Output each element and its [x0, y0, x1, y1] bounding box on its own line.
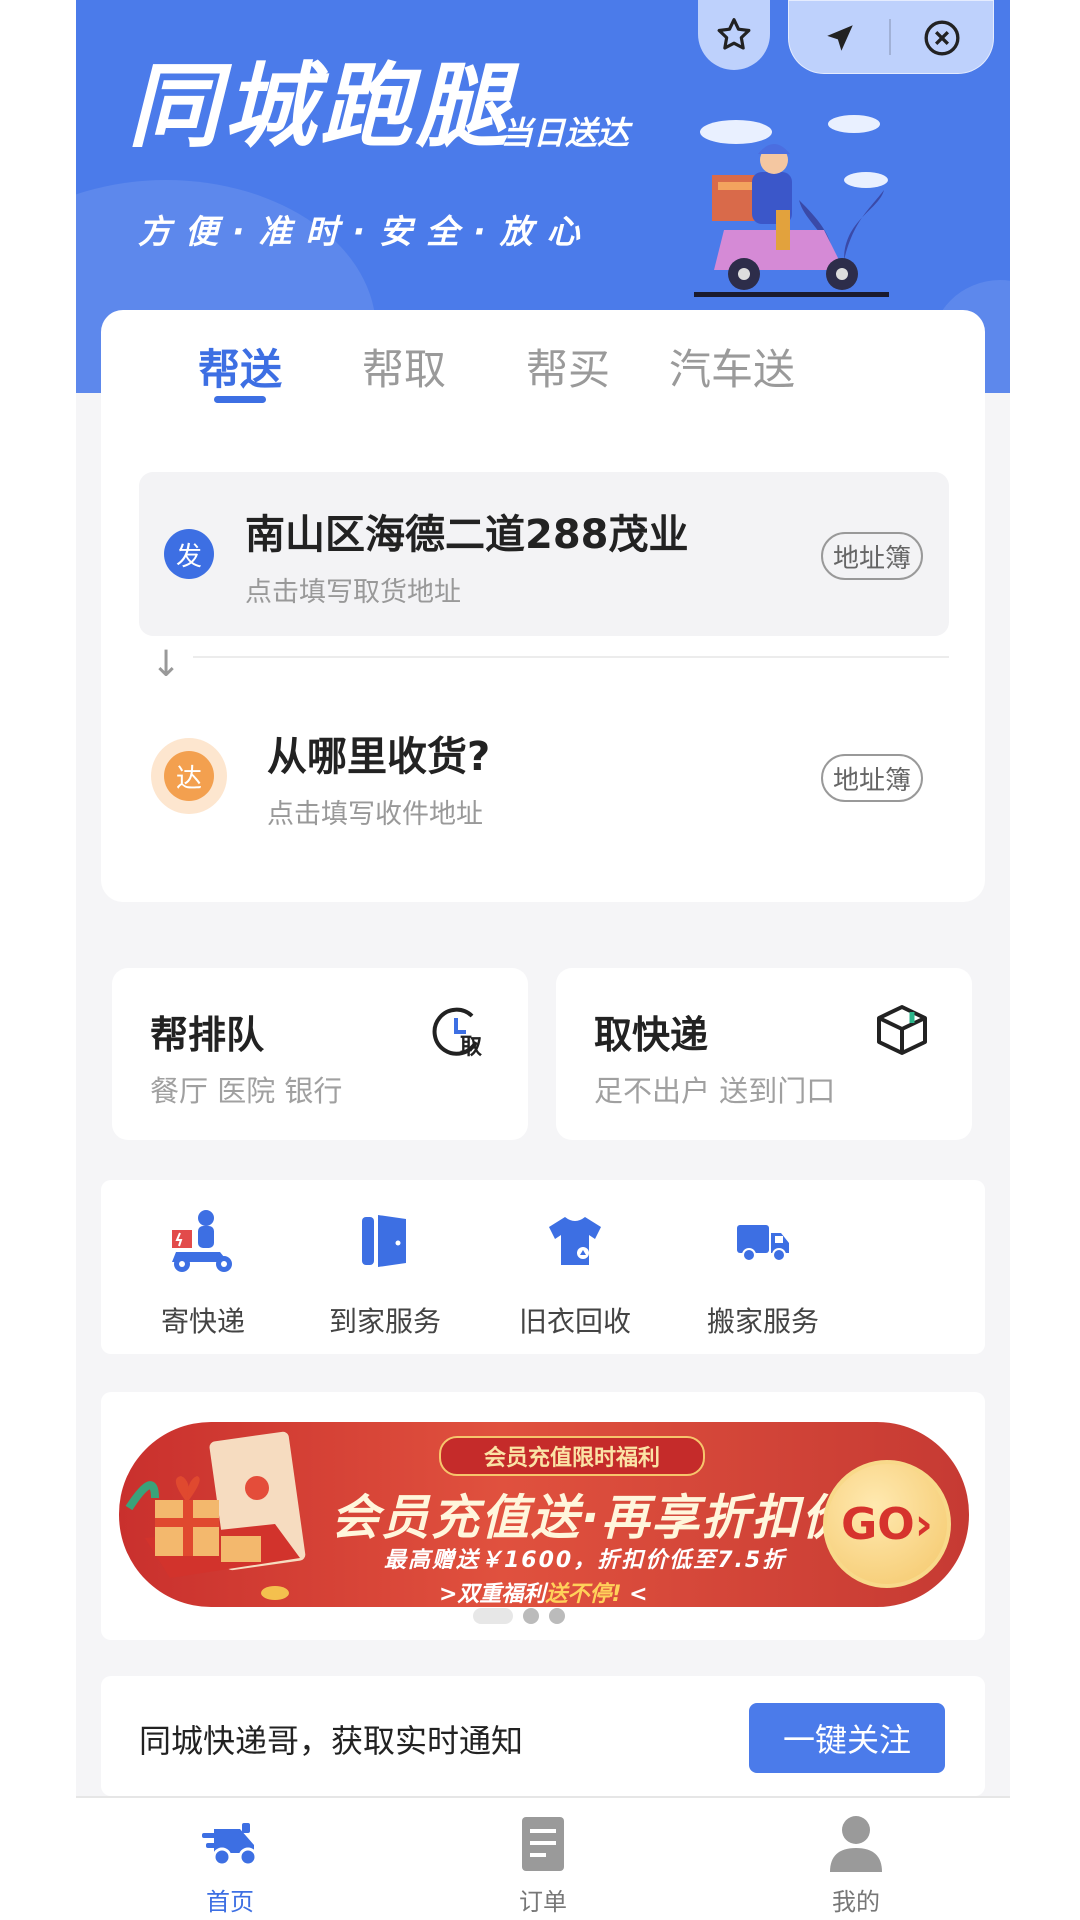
delivery-rider-illustration	[694, 115, 889, 297]
home-scooter-icon	[202, 1823, 258, 1867]
card-title: 帮排队	[150, 1013, 265, 1057]
star-icon	[717, 18, 751, 50]
follow-button[interactable]: 一键关注	[749, 1703, 945, 1773]
promo-detail: 最高赠送￥1600，折扣价低至7.5折	[384, 1548, 787, 1573]
active-tab-indicator	[214, 396, 266, 403]
gift-box-illustration	[125, 1431, 306, 1600]
dropoff-address-row[interactable]: 达 从哪里收货? 点击填写收件地址 地址簿	[139, 694, 949, 858]
carousel-indicator	[101, 1608, 985, 1628]
service-label: 到家服务	[328, 1305, 441, 1338]
member-recharge-banner[interactable]: 会员充值限时福利 会员充值送·再享折扣价 最高赠送￥1600，折扣价低至7.5折…	[119, 1422, 969, 1607]
moving-service[interactable]: 搬家服务	[663, 1208, 863, 1340]
hero-title: 同城跑腿	[128, 53, 513, 160]
dropoff-address: 从哪里收货?	[267, 734, 491, 780]
promo-carousel: 会员充值限时福利 会员充值送·再享折扣价 最高赠送￥1600，折扣价低至7.5折…	[101, 1392, 985, 1640]
pickup-address-book-button[interactable]: 地址簿	[820, 532, 923, 580]
card-title: 取快递	[594, 1013, 709, 1057]
service-label: 搬家服务	[706, 1305, 819, 1338]
carousel-dot[interactable]	[523, 1608, 539, 1624]
nav-label: 我的	[832, 1888, 880, 1916]
order-doc-icon	[522, 1817, 564, 1871]
service-label: 寄快递	[160, 1305, 245, 1338]
nav-profile[interactable]: 我的	[756, 1812, 956, 1917]
order-card: 帮送 帮取 帮买 汽车送 发 南山区海德二道288茂业 点击填写取货地址 地址簿…	[101, 310, 985, 902]
app-screen: 同城跑腿 当日送达 方便·准时·安全·放心 帮送 帮取 帮买 汽车送 发 南山区…	[76, 0, 1010, 1920]
follow-text: 同城快递哥，获取实时通知	[139, 1722, 524, 1760]
card-subtitle: 足不出户 送到门口	[594, 1074, 836, 1108]
go-button[interactable]: GO›	[823, 1460, 951, 1588]
service-grid: 寄快递 到家服务 旧衣回收 搬家服务	[101, 1180, 985, 1354]
nav-label: 首页	[206, 1888, 254, 1916]
promo-headline: 会员充值送·再享折扣价	[331, 1490, 852, 1546]
receive-badge: 达	[164, 751, 214, 801]
courier-scooter-icon	[172, 1210, 232, 1272]
truck-icon	[737, 1225, 789, 1262]
hero-tagline: 当日送达	[501, 114, 630, 152]
express-pickup-card[interactable]: 取快递 足不出户 送到门口	[556, 968, 972, 1140]
queue-service-card[interactable]: 帮排队 餐厅 医院 银行 取	[112, 968, 528, 1140]
clothes-recycle-service[interactable]: 旧衣回收	[475, 1208, 675, 1340]
favorite-button[interactable]	[698, 0, 770, 70]
profile-person-icon	[830, 1816, 882, 1872]
divider	[193, 656, 949, 658]
miniapp-capsule	[788, 0, 994, 74]
location-button[interactable]	[813, 11, 867, 65]
service-tabs: 帮送 帮取 帮买 汽车送	[101, 310, 985, 405]
home-service[interactable]: 到家服务	[285, 1208, 485, 1340]
nav-home[interactable]: 首页	[130, 1812, 330, 1917]
dropoff-address-book-button[interactable]: 地址簿	[820, 754, 923, 802]
door-icon	[362, 1215, 406, 1267]
capsule-divider	[889, 19, 891, 55]
queue-clock-icon: 取	[432, 1007, 482, 1058]
promo-tagline: >双重福利送不停! <	[439, 1582, 648, 1607]
promo-tag: 会员充值限时福利	[439, 1436, 705, 1476]
package-box-icon	[877, 1005, 927, 1055]
nav-label: 订单	[519, 1888, 567, 1916]
svg-text:取: 取	[460, 1035, 482, 1058]
tab-car-send[interactable]: 汽车送	[632, 336, 832, 397]
location-arrow-icon	[827, 25, 853, 51]
pickup-address: 南山区海德二道288茂业	[245, 512, 689, 558]
hero-slogan: 方便·准时·安全·放心	[138, 212, 594, 251]
card-subtitle: 餐厅 医院 银行	[150, 1074, 343, 1108]
service-label: 旧衣回收	[518, 1305, 631, 1338]
tshirt-icon	[549, 1217, 601, 1265]
bottom-nav: 首页 订单 我的	[76, 1796, 1010, 1920]
pickup-address-row[interactable]: 发 南山区海德二道288茂业 点击填写取货地址 地址簿	[139, 472, 949, 636]
route-arrow-icon: ↓	[151, 644, 182, 685]
close-button[interactable]	[915, 11, 969, 65]
send-badge: 发	[164, 529, 214, 579]
close-circle-icon	[924, 20, 960, 56]
send-express-service[interactable]: 寄快递	[103, 1208, 303, 1340]
carousel-dot[interactable]	[549, 1608, 565, 1624]
carousel-dot-active[interactable]	[473, 1608, 513, 1624]
dropoff-hint: 点击填写收件地址	[267, 799, 483, 830]
follow-notification-bar: 同城快递哥，获取实时通知 一键关注	[101, 1676, 985, 1796]
pickup-hint: 点击填写取货地址	[245, 577, 461, 608]
nav-orders[interactable]: 订单	[443, 1812, 643, 1917]
